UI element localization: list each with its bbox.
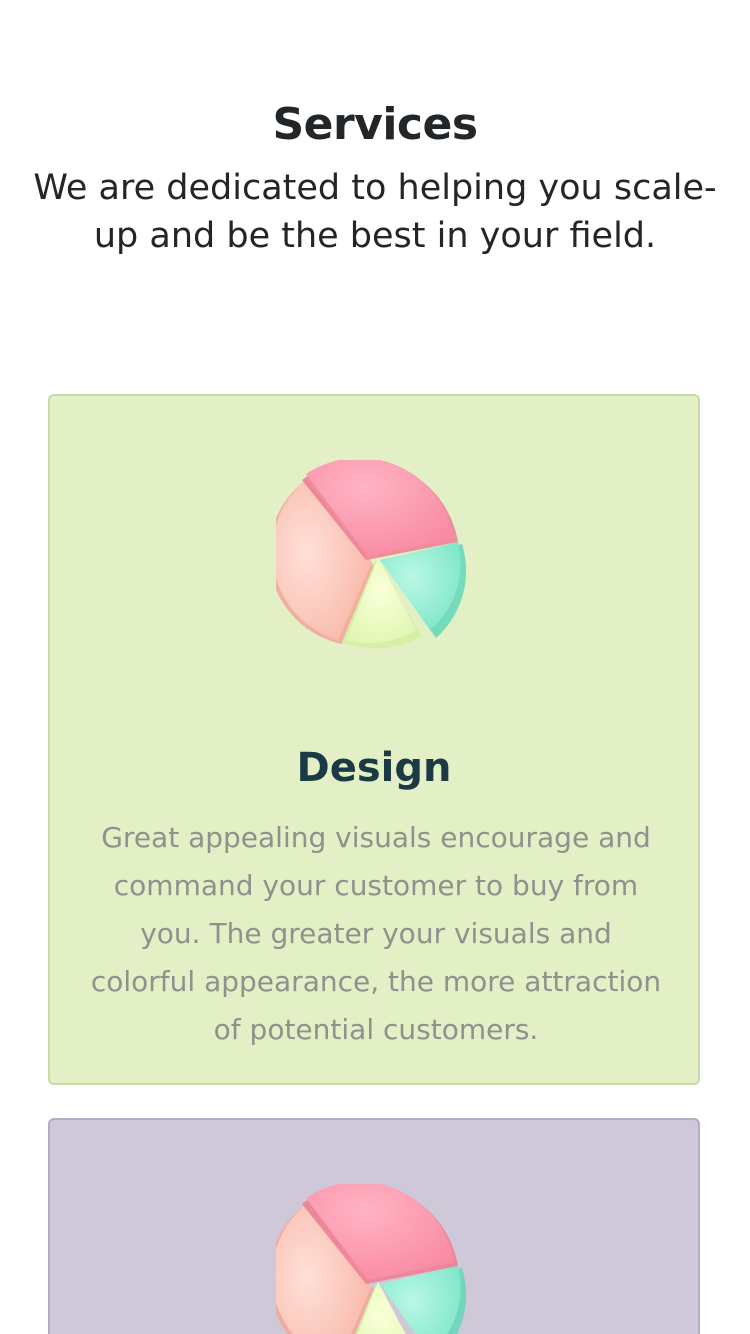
services-header: Services We are dedicated to helping you… bbox=[0, 96, 750, 260]
service-card-description: Great appealing visuals encourage and co… bbox=[90, 821, 662, 1046]
page-subtitle: We are dedicated to helping you scale-up… bbox=[33, 168, 717, 256]
service-card-title: Design bbox=[296, 745, 452, 791]
service-card-second[interactable] bbox=[48, 1118, 700, 1334]
pie-chart-icon bbox=[268, 457, 476, 660]
page-title: Services bbox=[272, 99, 478, 150]
pie-chart-icon bbox=[268, 1181, 476, 1334]
service-card-design[interactable]: Design Great appealing visuals encourage… bbox=[48, 394, 700, 1085]
